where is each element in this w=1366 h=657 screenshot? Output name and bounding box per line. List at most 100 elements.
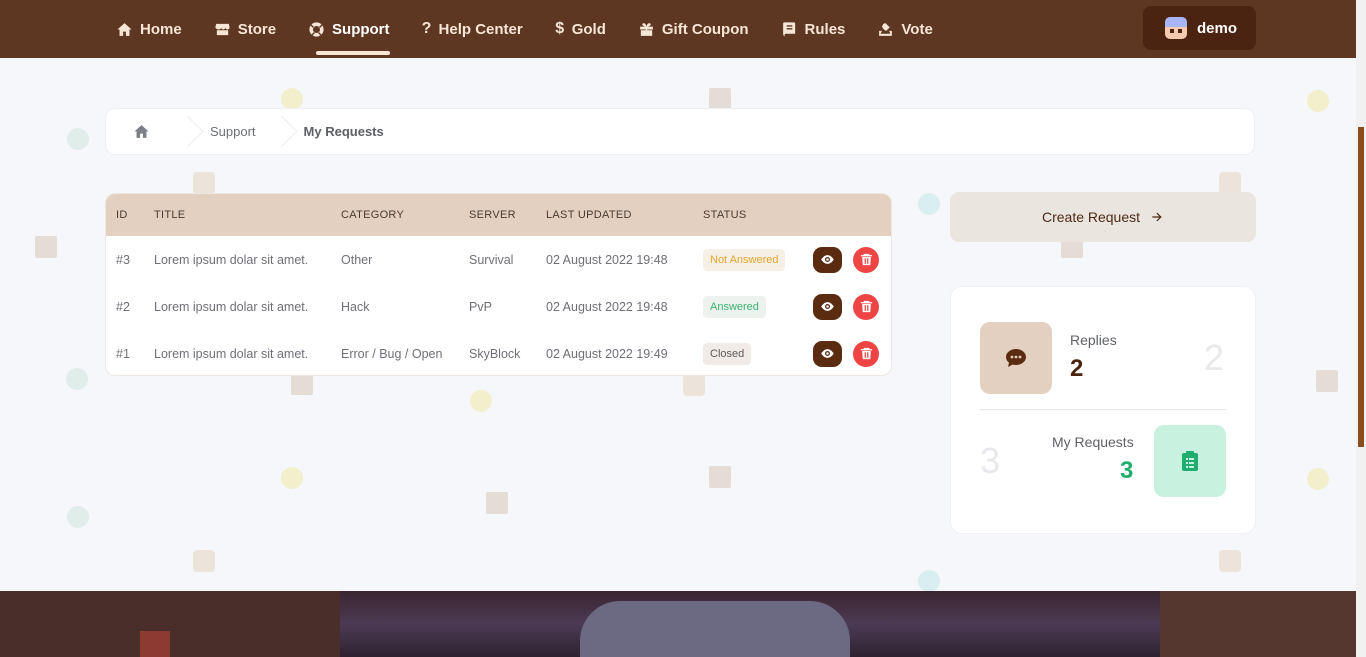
view-button[interactable] — [813, 246, 842, 273]
nav-item-label: Store — [237, 20, 277, 38]
bucket-decoration — [193, 550, 215, 572]
header-id: ID — [116, 209, 128, 221]
nav-item-vote[interactable]: Vote — [877, 0, 933, 58]
eye-icon — [821, 255, 834, 264]
request-server: PvP — [469, 299, 492, 314]
table-row: #1 Lorem ipsum dolar sit amet. Error / B… — [106, 330, 891, 375]
nav-item-store[interactable]: Store — [214, 0, 276, 58]
page-scrollbar[interactable] — [1356, 0, 1366, 657]
gift-icon — [640, 22, 653, 36]
bucket-decoration — [193, 172, 215, 194]
apple-decoration — [1307, 90, 1329, 112]
home-icon — [133, 125, 149, 138]
banner-shape — [580, 601, 850, 657]
request-updated: 02 August 2022 19:48 — [546, 299, 668, 314]
request-title: Lorem ipsum dolar sit amet. — [154, 299, 309, 314]
footer-banner-image — [0, 591, 1356, 657]
apple-decoration — [1307, 468, 1329, 490]
nav-item-gift-coupon[interactable]: Gift Coupon — [638, 0, 749, 58]
status-badge: Closed — [703, 342, 752, 365]
nav-item-gold[interactable]: $ Gold — [555, 0, 606, 58]
nav-item-label: Gold — [571, 20, 606, 38]
crate-decoration — [35, 236, 57, 258]
clipboard-list-icon — [1182, 451, 1198, 471]
nav-item-label: Rules — [804, 20, 846, 38]
replies-stat-icon — [980, 322, 1052, 394]
request-category: Hack — [341, 299, 370, 314]
orb-decoration — [67, 128, 89, 150]
breadcrumb-current: My Requests — [303, 124, 384, 139]
create-request-button[interactable]: Create Request — [950, 192, 1256, 242]
nav-item-rules[interactable]: Rules — [781, 0, 846, 58]
orb-decoration — [66, 368, 88, 390]
egg-decoration — [470, 390, 492, 412]
my-requests-stat-icon — [1154, 425, 1226, 497]
my-requests-label: My Requests — [1052, 434, 1134, 450]
book-decoration — [709, 466, 731, 488]
banner-shape — [140, 631, 170, 657]
request-updated: 02 August 2022 19:49 — [546, 346, 668, 361]
view-button[interactable] — [813, 340, 842, 367]
dollar-icon: $ — [555, 20, 565, 37]
user-menu-button[interactable]: demo — [1143, 6, 1256, 50]
breadcrumb-home[interactable] — [106, 108, 176, 155]
stone-decoration — [683, 374, 705, 396]
requests-table: ID TITLE CATEGORY SERVER LAST UPDATED ST… — [105, 193, 892, 376]
vote-icon — [879, 22, 893, 36]
request-updated: 02 August 2022 19:48 — [546, 252, 668, 267]
avatar — [1165, 17, 1187, 39]
table-header: ID TITLE CATEGORY SERVER LAST UPDATED ST… — [106, 194, 891, 236]
request-id: #3 — [116, 252, 130, 267]
stats-divider — [980, 409, 1226, 410]
table-row: #2 Lorem ipsum dolar sit amet. Hack PvP … — [106, 283, 891, 330]
header-category: CATEGORY — [341, 209, 405, 221]
nav-item-label: Gift Coupon — [661, 20, 749, 38]
crate-decoration — [1316, 370, 1338, 392]
status-badge: Answered — [703, 295, 766, 318]
replies-value: 2 — [1070, 355, 1084, 382]
request-title: Lorem ipsum dolar sit amet. — [154, 252, 309, 267]
gem-decoration — [918, 193, 940, 215]
trash-icon — [860, 253, 872, 266]
book-icon — [782, 21, 795, 37]
nav-item-help-center[interactable]: ? Help Center — [422, 0, 523, 58]
header-status: STATUS — [703, 209, 747, 221]
table-row: #3 Lorem ipsum dolar sit amet. Other Sur… — [106, 236, 891, 283]
bucket-decoration — [1219, 172, 1241, 194]
arrow-right-icon — [1152, 212, 1162, 222]
header-last-updated: LAST UPDATED — [546, 209, 632, 221]
trash-icon — [860, 300, 872, 313]
banner-shape — [1160, 591, 1356, 657]
banner-shape — [0, 591, 340, 657]
chat-bubble-icon — [1006, 349, 1026, 367]
eye-icon — [821, 302, 834, 311]
nav-item-label: Vote — [901, 20, 933, 38]
scrollbar-thumb[interactable] — [1358, 127, 1364, 447]
apple-decoration — [281, 88, 303, 110]
home-icon — [117, 22, 132, 36]
delete-button[interactable] — [853, 340, 879, 367]
trash-icon — [860, 347, 872, 360]
eye-icon — [821, 349, 834, 358]
nav-item-label: Support — [332, 20, 390, 38]
header-server: SERVER — [469, 209, 516, 221]
delete-button[interactable] — [853, 293, 879, 320]
request-title: Lorem ipsum dolar sit amet. — [154, 346, 309, 361]
orb-decoration — [67, 506, 89, 528]
delete-button[interactable] — [853, 246, 879, 273]
request-id: #1 — [116, 346, 130, 361]
breadcrumb-support[interactable]: Support — [196, 124, 270, 139]
request-server: Survival — [469, 252, 514, 267]
lifebuoy-icon — [309, 21, 324, 37]
view-button[interactable] — [813, 293, 842, 320]
crate-decoration — [291, 373, 313, 395]
replies-ghost-number: 2 — [1204, 337, 1225, 378]
breadcrumb-separator — [270, 108, 290, 155]
nav-item-home[interactable]: Home — [116, 0, 182, 58]
status-badge: Not Answered — [703, 248, 786, 271]
store-icon — [215, 23, 230, 35]
requests-ghost-number: 3 — [980, 440, 1001, 481]
apple-decoration — [281, 467, 303, 489]
request-server: SkyBlock — [469, 346, 521, 361]
nav-item-support[interactable]: Support — [308, 0, 390, 58]
